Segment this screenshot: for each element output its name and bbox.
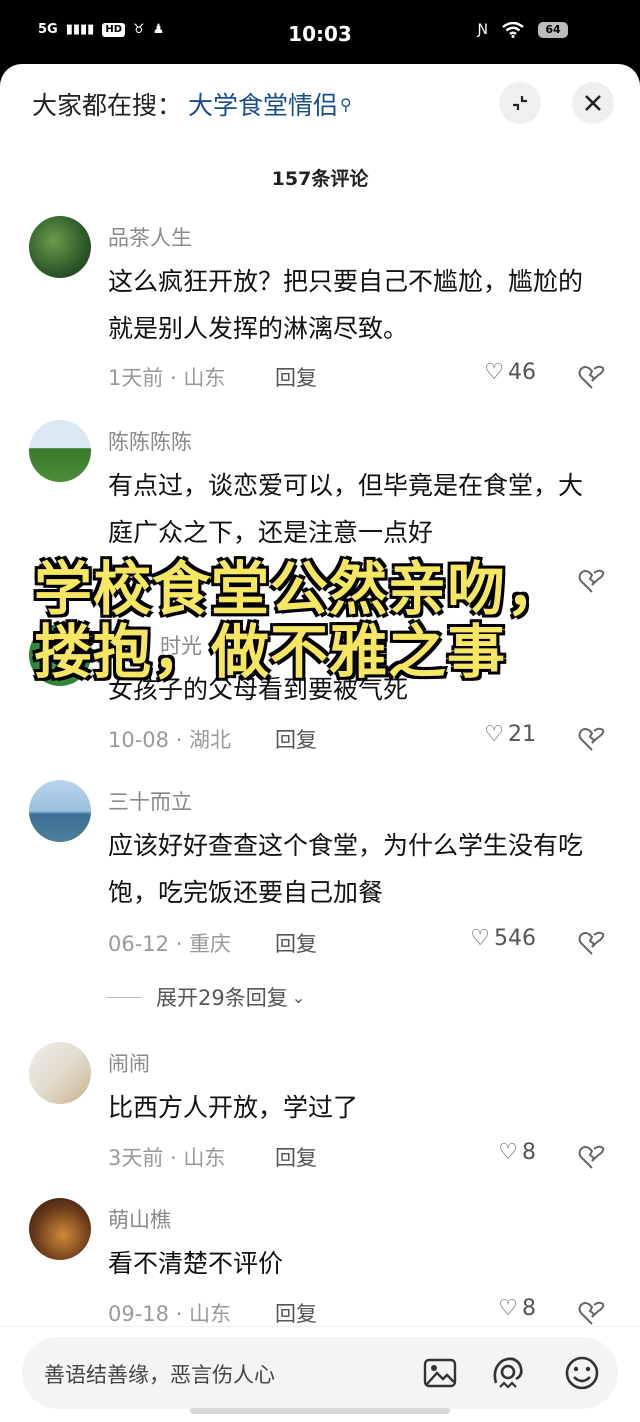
- comment-meta: 10-08 · 湖北: [108, 728, 232, 752]
- reply-button[interactable]: 回复: [275, 1142, 317, 1172]
- dislike-icon[interactable]: [578, 364, 606, 390]
- comments-sheet: 大家都在搜： 大学食堂情侣 ⚲ 157条评论 品茶人生 这么疯狂开放？把只要自己…: [0, 64, 640, 1422]
- reply-button[interactable]: 回复: [275, 362, 317, 392]
- comment-count: 157条评论: [271, 168, 369, 190]
- comment-meta: 1天前 · 山东: [108, 366, 226, 390]
- dislike-icon[interactable]: [578, 930, 606, 956]
- expand-replies-label: 展开29条回复: [156, 986, 288, 1010]
- comment-meta: 09-18 · 山东: [108, 1302, 232, 1326]
- heart-icon: ♡: [498, 1296, 518, 1321]
- comment-text[interactable]: 比西方人开放，学过了: [108, 1084, 603, 1131]
- video-caption-overlay: 学校食堂公然亲吻， 搂抱，做不雅之事: [34, 558, 594, 684]
- reply-button[interactable]: 回复: [275, 724, 317, 754]
- heart-icon: ♡: [498, 1140, 518, 1165]
- close-button[interactable]: [572, 82, 614, 124]
- like-button[interactable]: ♡ 8: [498, 1296, 536, 1321]
- like-button[interactable]: ♡ 46: [484, 360, 536, 385]
- dislike-icon[interactable]: [578, 1300, 606, 1326]
- emoji-icon[interactable]: [562, 1353, 602, 1393]
- status-right: Ɲ 64: [478, 22, 568, 38]
- like-count: 46: [508, 360, 536, 385]
- home-indicator[interactable]: [190, 1408, 450, 1414]
- like-button[interactable]: ♡ 546: [470, 926, 536, 951]
- wifi-icon: [502, 22, 524, 38]
- comment-author[interactable]: 闹闹: [108, 1048, 150, 1078]
- avatar[interactable]: [29, 1198, 91, 1260]
- status-bar: 5G ▮▮▮▮ HD ♉ ♟ 10:03 Ɲ 64: [0, 0, 640, 64]
- like-count: 21: [508, 722, 536, 747]
- comment-text[interactable]: 看不清楚不评价: [108, 1240, 603, 1287]
- collapse-icon: [513, 96, 527, 110]
- heart-icon: ♡: [470, 926, 490, 951]
- dislike-icon[interactable]: [578, 1144, 606, 1170]
- like-button[interactable]: ♡ 21: [484, 722, 536, 747]
- expand-replies-button[interactable]: 展开29条回复 ⌄: [106, 982, 305, 1012]
- comment-author[interactable]: 三十而立: [108, 786, 192, 816]
- heart-icon: ♡: [484, 360, 504, 385]
- caption-line-2: 搂抱，做不雅之事: [34, 618, 507, 686]
- avatar[interactable]: [29, 420, 91, 482]
- comment-text[interactable]: 应该好好查查这个食堂，为什么学生没有吃饱，吃完饭还要自己加餐: [108, 822, 603, 916]
- comment-meta: 06-12 · 重庆: [108, 932, 232, 956]
- battery-icon: 64: [538, 22, 568, 38]
- reply-button[interactable]: 回复: [275, 928, 317, 958]
- like-button[interactable]: ♡ 8: [498, 1140, 536, 1165]
- comment-text[interactable]: 有点过，谈恋爱可以，但毕竟是在食堂，大庭广众之下，还是注意一点好: [108, 462, 603, 556]
- like-count: 8: [522, 1296, 536, 1321]
- avatar[interactable]: [29, 216, 91, 278]
- image-icon[interactable]: [420, 1353, 460, 1393]
- comment-author[interactable]: 品茶人生: [108, 222, 192, 252]
- comment-author[interactable]: 陈陈陈陈: [108, 426, 192, 456]
- close-icon: [585, 95, 601, 111]
- comment-author[interactable]: 萌山樵: [108, 1204, 171, 1234]
- chevron-down-icon: ⌄: [291, 987, 306, 1007]
- divider: [106, 996, 142, 998]
- avatar[interactable]: [29, 1042, 91, 1104]
- reply-button[interactable]: 回复: [275, 1298, 317, 1328]
- search-icon: ⚲: [340, 94, 352, 114]
- trending-search[interactable]: 大家都在搜： 大学食堂情侣 ⚲: [32, 84, 352, 124]
- comment-input-placeholder: 善语结善缘，恶言伤人心: [44, 1363, 275, 1387]
- avatar[interactable]: [29, 780, 91, 842]
- comment-text[interactable]: 这么疯狂开放？把只要自己不尴尬，尴尬的就是别人发挥的淋漓尽致。: [108, 258, 603, 352]
- caption-line-1: 学校食堂公然亲吻，: [34, 555, 566, 623]
- comment-meta: 3天前 · 山东: [108, 1146, 226, 1170]
- at-mention-icon[interactable]: [488, 1353, 528, 1393]
- nfc-icon: Ɲ: [477, 22, 488, 38]
- like-count: 8: [522, 1140, 536, 1165]
- search-prefix: 大家都在搜：: [32, 91, 183, 120]
- collapse-button[interactable]: [499, 82, 541, 124]
- comment-input[interactable]: 善语结善缘，恶言伤人心: [22, 1337, 618, 1409]
- like-count: 546: [494, 926, 536, 951]
- heart-icon: ♡: [484, 722, 504, 747]
- dislike-icon[interactable]: [578, 726, 606, 752]
- search-term-link[interactable]: 大学食堂情侣: [188, 86, 338, 122]
